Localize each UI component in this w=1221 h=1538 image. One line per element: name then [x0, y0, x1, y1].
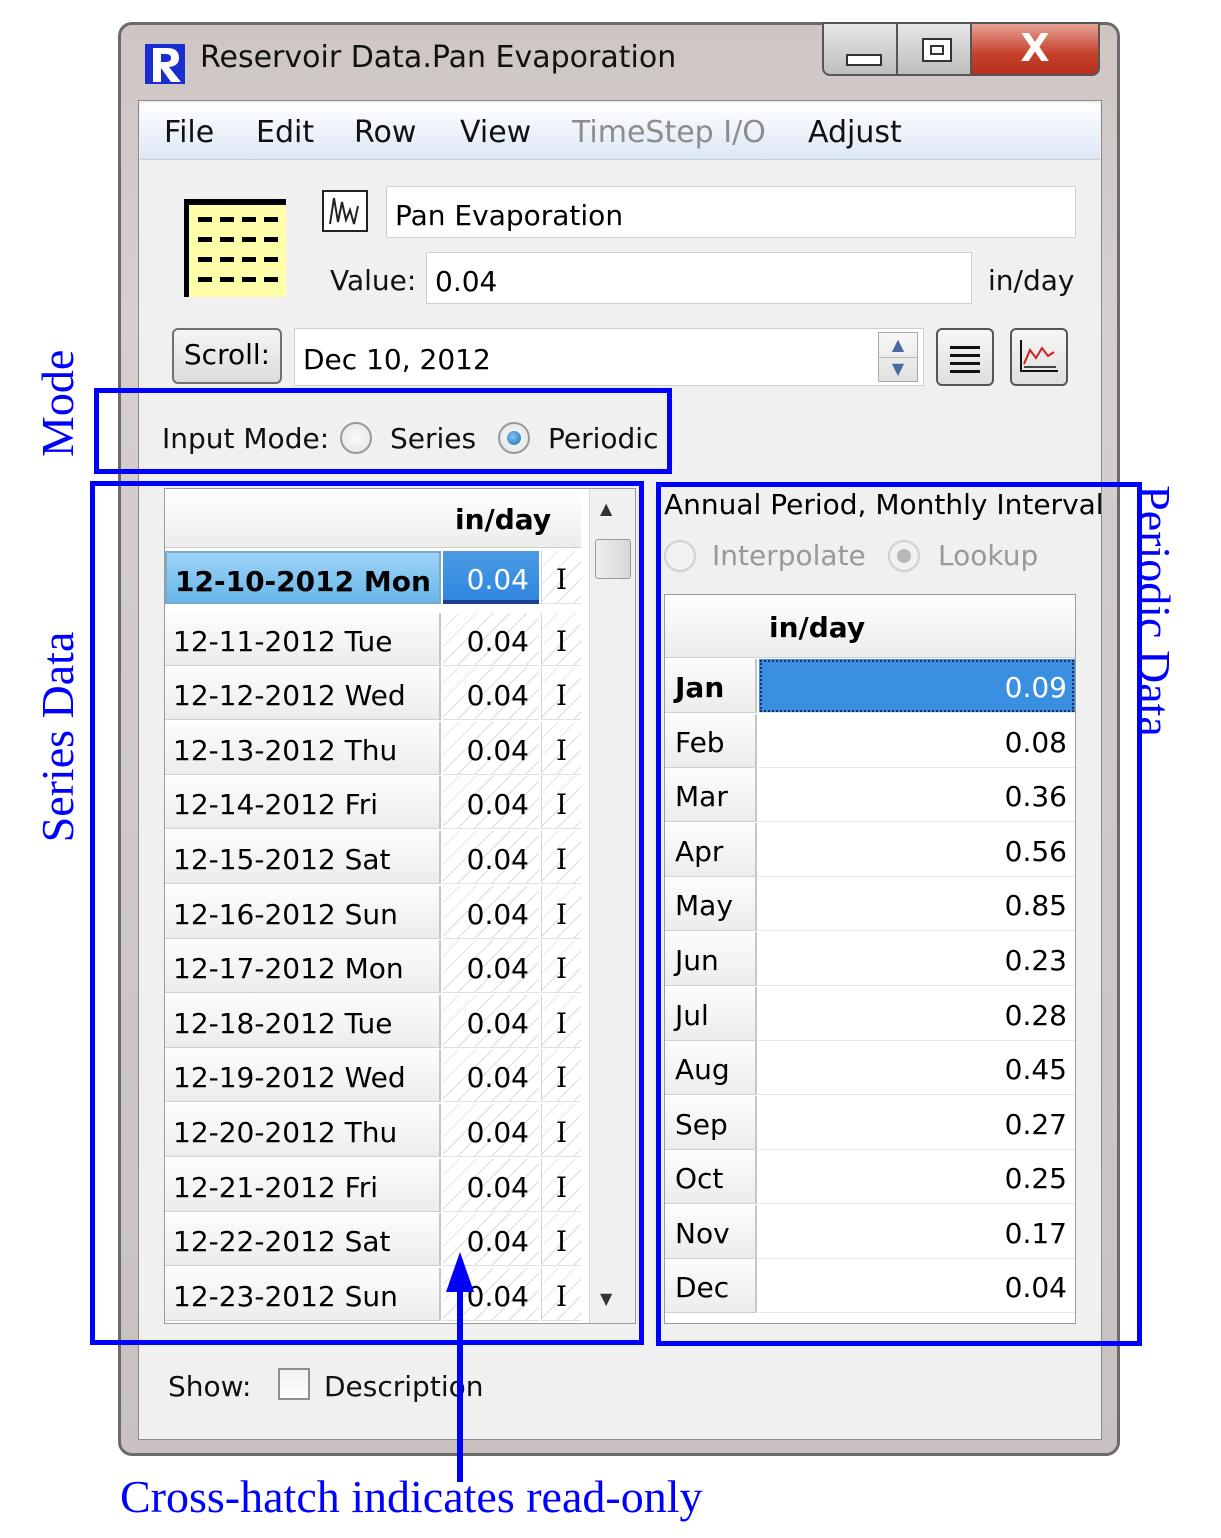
periodic-annotation-box — [656, 482, 1142, 1346]
plot-button[interactable] — [1010, 328, 1068, 386]
arrow-up-icon — [446, 1252, 474, 1482]
show-label: Show: — [168, 1370, 252, 1403]
window-title: Reservoir Data.Pan Evaporation — [200, 40, 677, 75]
menu-row[interactable]: Row — [354, 115, 416, 150]
periodic-data-annotation: Periodic Data — [1129, 485, 1180, 737]
units-label: in/day — [988, 264, 1075, 297]
value-label: Value: — [330, 264, 417, 297]
menu-edit[interactable]: Edit — [256, 115, 314, 150]
description-checkbox[interactable] — [278, 1368, 310, 1400]
app-logo-icon — [145, 44, 185, 84]
mode-annotation: Mode — [32, 349, 83, 457]
maximize-button[interactable] — [896, 22, 972, 76]
date-spinner[interactable]: ▲ ▼ — [878, 332, 918, 382]
list-view-button[interactable] — [936, 328, 994, 386]
spin-down-icon[interactable]: ▼ — [879, 357, 917, 381]
restore-icon — [922, 38, 952, 62]
menu-view[interactable]: View — [460, 115, 531, 150]
spin-up-icon[interactable]: ▲ — [879, 333, 917, 358]
close-icon: X — [1020, 26, 1050, 70]
line-plot-icon — [1020, 340, 1058, 372]
caption-buttons: X — [822, 22, 1100, 80]
slot-name-field[interactable]: Pan Evaporation — [386, 186, 1076, 238]
menu-timestep-io[interactable]: TimeStep I/O — [572, 115, 766, 150]
menubar: File Edit Row View TimeStep I/O Adjust — [140, 103, 1100, 160]
close-button[interactable]: X — [970, 22, 1100, 76]
cross-hatch-annotation: Cross-hatch indicates read-only — [120, 1471, 703, 1522]
scroll-date-field[interactable]: Dec 10, 2012 — [294, 328, 924, 386]
scroll-button[interactable]: Scroll: — [172, 328, 282, 384]
value-field[interactable]: 0.04 — [426, 252, 972, 304]
mode-annotation-box — [94, 388, 672, 474]
periodic-chart-icon — [322, 190, 368, 232]
series-annotation-box — [90, 481, 644, 1345]
menu-adjust[interactable]: Adjust — [808, 115, 902, 150]
series-data-annotation: Series Data — [32, 631, 83, 843]
minimize-button[interactable] — [822, 22, 898, 76]
table-slot-icon — [184, 199, 286, 297]
minimize-icon — [846, 54, 882, 66]
menu-file[interactable]: File — [164, 115, 214, 150]
list-lines-icon — [950, 346, 980, 373]
